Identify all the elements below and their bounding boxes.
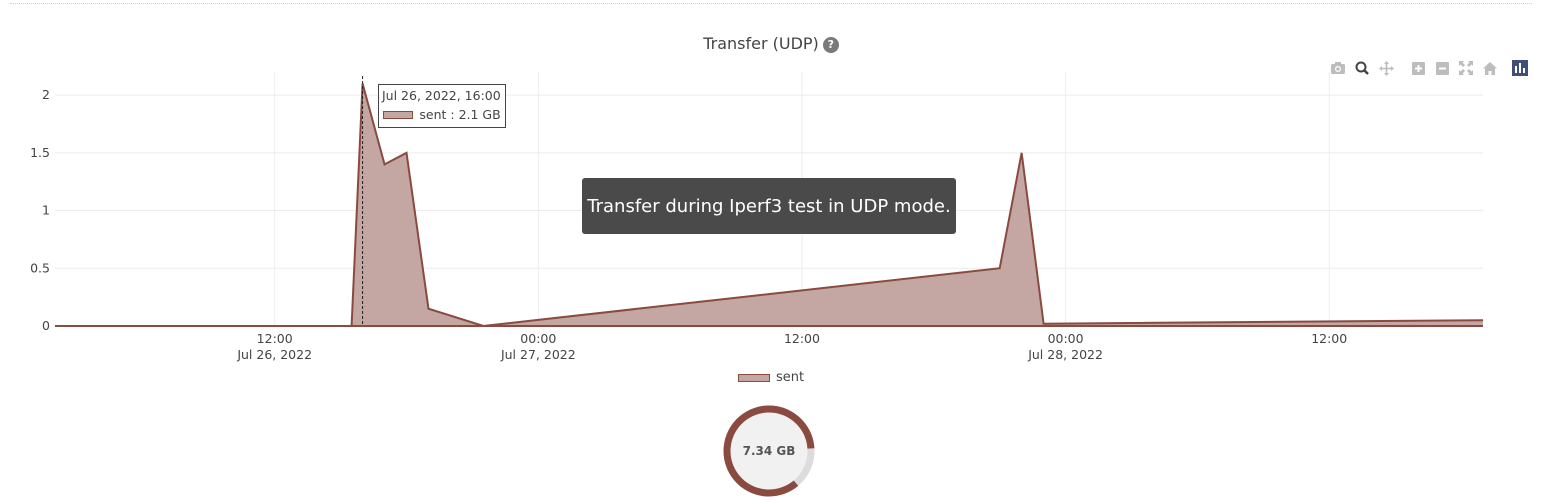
y-tick-label: 2 <box>42 87 50 102</box>
x-tick-date-label: Jul 26, 2022 <box>236 347 312 362</box>
x-tick-label: 00:00 <box>520 331 556 346</box>
x-tick-label: 00:00 <box>1048 331 1084 346</box>
x-tick-date-label: Jul 28, 2022 <box>1027 347 1103 362</box>
y-tick-label: 0.5 <box>30 260 50 275</box>
y-tick-label: 0 <box>42 318 50 333</box>
x-tick-label: 12:00 <box>1311 331 1347 346</box>
help-tooltip: Transfer during Iperf3 test in UDP mode. <box>582 178 956 234</box>
y-tick-label: 1.5 <box>30 145 50 160</box>
hover-swatch <box>383 110 414 119</box>
hover-value: sent : 2.1 GB <box>419 107 501 122</box>
legend[interactable]: sent <box>738 370 804 385</box>
y-tick-label: 1 <box>42 203 50 218</box>
hover-label: Jul 26, 2022, 16:00 sent : 2.1 GB <box>378 84 506 128</box>
legend-label-sent[interactable]: sent <box>776 370 804 385</box>
x-tick-label: 12:00 <box>784 331 820 346</box>
x-tick-date-label: Jul 27, 2022 <box>500 347 576 362</box>
hover-date: Jul 26, 2022, 16:00 <box>382 88 501 103</box>
legend-swatch-sent[interactable] <box>738 373 770 382</box>
x-tick-label: 12:00 <box>257 331 293 346</box>
total-value: 7.34 GB <box>742 444 796 458</box>
